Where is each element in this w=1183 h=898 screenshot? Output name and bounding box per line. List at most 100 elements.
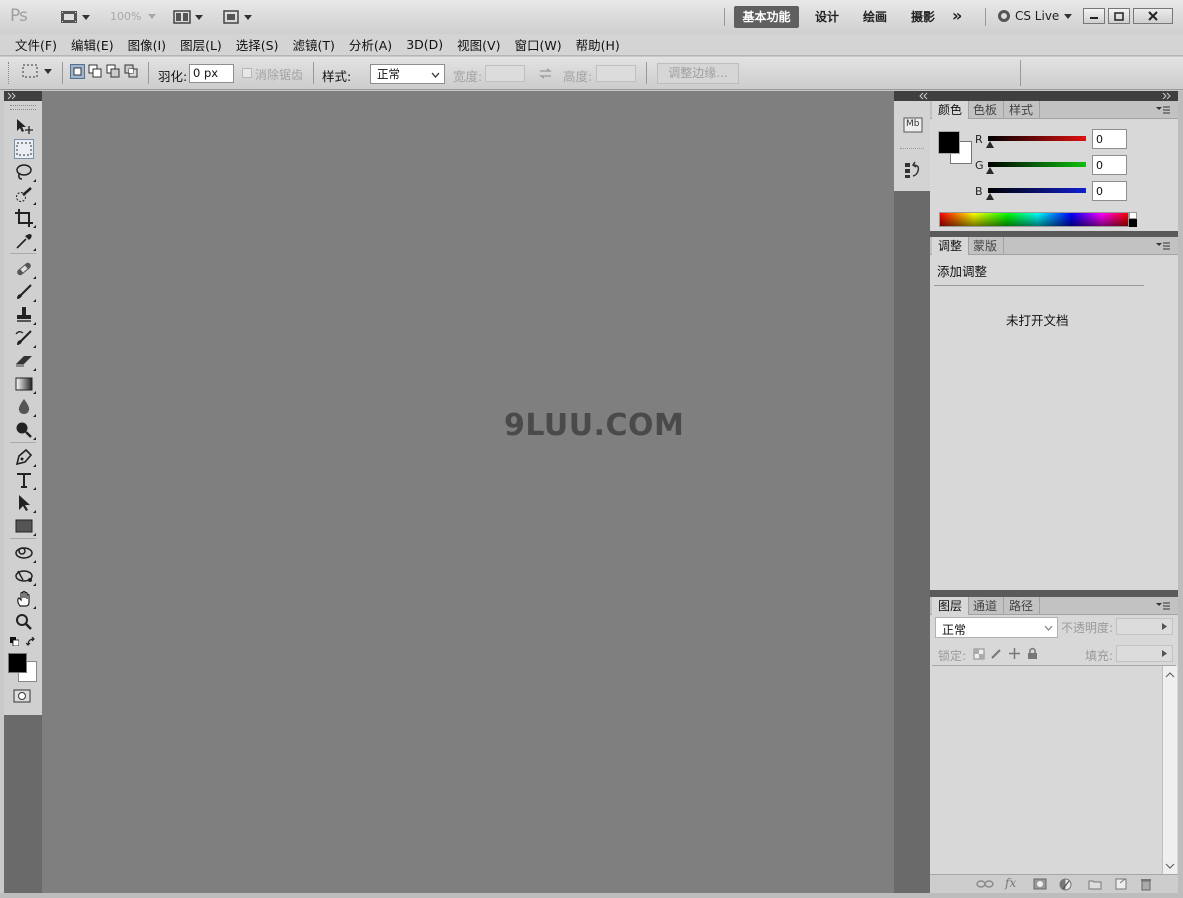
cs-live-button[interactable]: CS Live	[998, 9, 1073, 23]
antialias-checkbox[interactable]	[242, 68, 252, 78]
move-tool[interactable]	[14, 116, 34, 136]
tab-swatches[interactable]: 色板	[967, 101, 1005, 119]
lock-position-icon[interactable]	[1008, 647, 1021, 660]
tool-preset-picker[interactable]	[22, 64, 52, 78]
lasso-tool[interactable]	[14, 162, 36, 182]
channel-r-input[interactable]: 0	[1092, 129, 1127, 149]
lock-all-icon[interactable]	[1027, 647, 1038, 660]
swap-icon[interactable]	[539, 68, 552, 79]
tab-adjustments[interactable]: 调整	[932, 237, 970, 255]
channel-g-thumb[interactable]	[986, 167, 994, 174]
quick-selection-tool[interactable]	[14, 185, 36, 205]
feather-input[interactable]: 0 px	[189, 64, 234, 83]
hand-tool[interactable]	[14, 589, 36, 609]
channel-b-input[interactable]: 0	[1092, 181, 1127, 201]
crop-tool[interactable]	[14, 208, 36, 228]
tab-color[interactable]: 颜色	[932, 101, 970, 119]
channel-r-thumb[interactable]	[986, 141, 994, 148]
new-group-icon[interactable]	[1088, 879, 1102, 890]
workspace-painting[interactable]: 绘画	[863, 6, 887, 28]
tab-channels[interactable]: 通道	[967, 597, 1005, 615]
toolbox-grip[interactable]	[10, 105, 36, 110]
adjustment-layer-icon[interactable]	[1059, 878, 1072, 891]
menu-help[interactable]: 帮助(H)	[569, 35, 627, 54]
black-ramp-swatch[interactable]	[1129, 219, 1137, 227]
panel-menu-icon[interactable]	[1156, 602, 1170, 610]
channel-g-input[interactable]: 0	[1092, 155, 1127, 175]
panel-menu-icon[interactable]	[1156, 106, 1170, 114]
minimize-button[interactable]	[1083, 8, 1105, 24]
toolbox-header[interactable]	[4, 91, 42, 101]
menu-filter[interactable]: 滤镜(T)	[285, 35, 341, 54]
clone-stamp-tool[interactable]	[14, 305, 36, 325]
eyedropper-tool[interactable]	[14, 231, 36, 251]
channel-b-thumb[interactable]	[986, 193, 994, 200]
intersect-selection-button[interactable]	[124, 64, 139, 79]
menu-edit[interactable]: 编辑(E)	[64, 35, 121, 54]
menu-analysis[interactable]: 分析(A)	[342, 35, 399, 54]
menu-3d[interactable]: 3D(D)	[399, 37, 450, 52]
white-ramp-swatch[interactable]	[1129, 212, 1137, 219]
panels-header[interactable]	[930, 91, 1178, 101]
rect-marquee-tool[interactable]	[14, 139, 34, 159]
dodge-tool[interactable]	[14, 420, 36, 440]
panel-divider[interactable]	[930, 590, 1178, 597]
healing-brush-tool[interactable]	[14, 259, 36, 279]
menu-file[interactable]: 文件(F)	[8, 35, 64, 54]
menu-layer[interactable]: 图层(L)	[173, 35, 229, 54]
channel-r-slider[interactable]	[988, 136, 1086, 141]
swap-colors-button[interactable]	[26, 637, 37, 647]
lock-pixels-icon[interactable]	[990, 648, 1002, 660]
blend-mode-select[interactable]: 正常	[935, 617, 1058, 638]
arrange-documents-button[interactable]	[173, 6, 203, 28]
new-selection-button[interactable]	[70, 64, 85, 79]
subtract-from-selection-button[interactable]	[106, 64, 121, 79]
maximize-button[interactable]	[1108, 8, 1130, 24]
options-grip[interactable]	[8, 62, 11, 84]
3d-rotate-tool[interactable]	[14, 543, 36, 563]
height-input[interactable]	[596, 65, 636, 82]
zoom-level[interactable]: 100%	[110, 10, 141, 23]
more-workspaces-button[interactable]: »	[952, 5, 962, 27]
channel-b-slider[interactable]	[988, 188, 1086, 193]
opacity-input[interactable]	[1116, 618, 1173, 635]
rectangle-tool[interactable]	[14, 516, 36, 536]
menu-select[interactable]: 选择(S)	[229, 35, 286, 54]
channel-g-slider[interactable]	[988, 162, 1086, 167]
workspace-essentials[interactable]: 基本功能	[734, 6, 799, 28]
refine-edge-button[interactable]: 调整边缘...	[657, 63, 739, 84]
panel-menu-icon[interactable]	[1156, 242, 1170, 250]
path-selection-tool[interactable]	[14, 493, 36, 513]
fill-input[interactable]	[1116, 645, 1173, 662]
trash-icon[interactable]	[1140, 877, 1152, 891]
mini-bridge-button[interactable]: Mb	[903, 117, 923, 133]
screen-mode-button[interactable]	[222, 6, 252, 28]
layers-scrollbar[interactable]	[1162, 666, 1177, 874]
layers-list[interactable]	[932, 666, 1162, 874]
menu-window[interactable]: 窗口(W)	[507, 35, 568, 54]
menu-view[interactable]: 视图(V)	[450, 35, 507, 54]
width-input[interactable]	[485, 65, 525, 82]
document-area[interactable]	[42, 91, 894, 893]
blur-tool[interactable]	[14, 397, 36, 417]
tab-layers[interactable]: 图层	[932, 597, 970, 615]
brush-tool[interactable]	[14, 282, 36, 302]
type-tool[interactable]	[14, 470, 36, 490]
color-spectrum-ramp[interactable]	[939, 212, 1129, 227]
add-mask-icon[interactable]	[1033, 878, 1047, 890]
workspace-photography[interactable]: 摄影	[911, 6, 935, 28]
history-brush-tool[interactable]	[14, 328, 36, 348]
foreground-color-swatch[interactable]	[8, 653, 27, 673]
default-colors-button[interactable]	[10, 637, 19, 646]
menu-image[interactable]: 图像(I)	[121, 35, 173, 54]
dock-header[interactable]	[894, 91, 930, 101]
tab-paths[interactable]: 路径	[1003, 597, 1041, 615]
new-layer-icon[interactable]	[1115, 878, 1127, 890]
zoom-dropdown-icon[interactable]	[148, 14, 156, 19]
pen-tool[interactable]	[14, 447, 36, 467]
zoom-tool[interactable]	[14, 612, 34, 632]
3d-orbit-tool[interactable]	[14, 566, 36, 586]
eraser-tool[interactable]	[14, 351, 36, 371]
gradient-tool[interactable]	[14, 374, 36, 394]
launch-bridge-button[interactable]	[60, 6, 90, 28]
